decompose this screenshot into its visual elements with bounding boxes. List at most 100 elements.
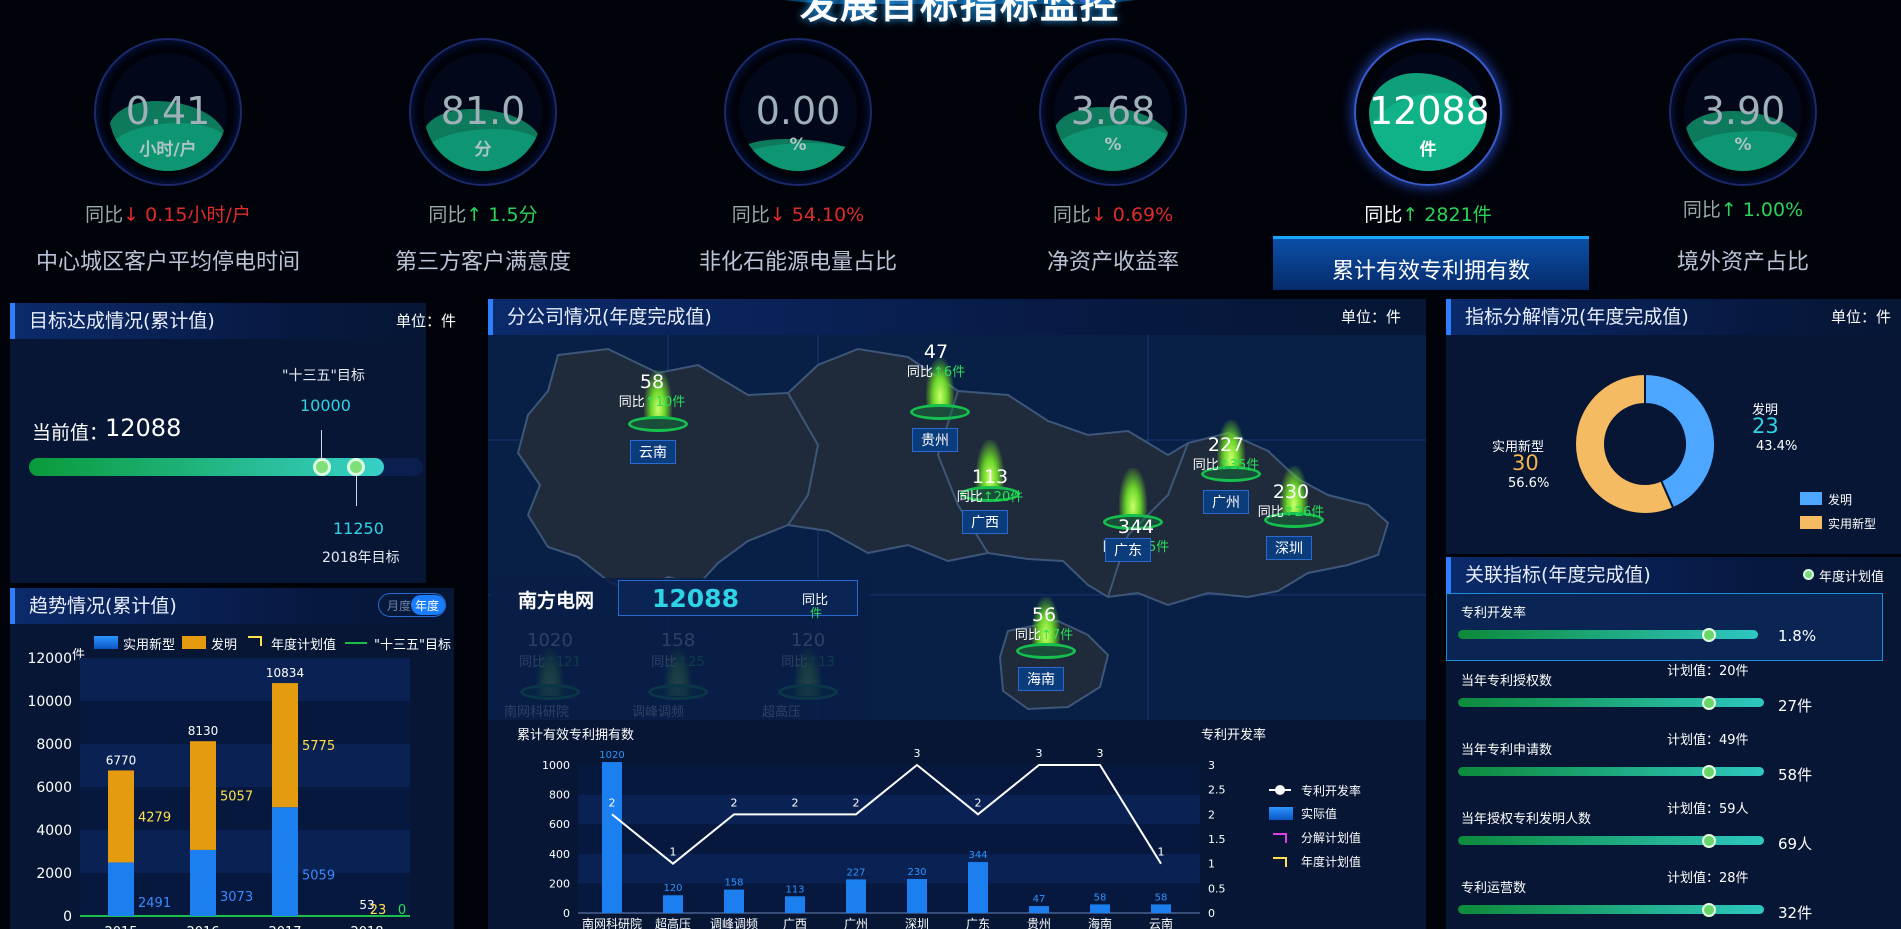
map-pin-base xyxy=(910,404,970,420)
related-item-plan: 计划值：49件 xyxy=(1667,733,1749,748)
patent-bar-label: 58 xyxy=(1155,892,1168,903)
patent-bar-actual xyxy=(907,878,927,913)
target-panel: 目标达成情况(累计值) 单位：件 "十三五"目标 10000 当前值： 1208… xyxy=(10,303,456,583)
legend-yearplan-rel: 年度计划值 xyxy=(1819,570,1885,585)
city-yoy-value: ↑20件 xyxy=(982,490,1024,505)
legend-decompose: 分解计划值 xyxy=(1301,831,1362,845)
trend-y-tick: 12000 xyxy=(27,651,72,667)
total-name: 南方电网 xyxy=(518,590,595,612)
city-label[interactable]: 贵州 xyxy=(912,428,958,452)
patent-x-tick: 调峰调频 xyxy=(710,917,758,929)
patent-bar-label: 158 xyxy=(724,878,743,889)
patent-bar-actual xyxy=(1029,906,1049,913)
trend-toggle[interactable]: 月度 年度 xyxy=(378,593,446,617)
kpi-value: 0.00 xyxy=(755,89,841,133)
trend-total-label: 10834 xyxy=(266,666,304,680)
patent-bar-label: 58 xyxy=(1094,892,1107,903)
city-label[interactable]: 广西 xyxy=(962,510,1008,534)
trend-bar-invention xyxy=(190,741,216,850)
kpi-gauge: 0.41 小时/户 xyxy=(94,38,242,186)
trend-bar-utility xyxy=(190,849,216,916)
patent-x-tick: 云南 xyxy=(1149,916,1173,929)
kpi-value: 0.41 xyxy=(125,89,211,133)
kpi-name[interactable]: 净资产收益率 xyxy=(945,244,1281,276)
city-yoy-value: ↑6件 xyxy=(932,365,966,380)
kpi-card[interactable]: 0.41 小时/户 同比↓ 0.15小时/户 中心城区客户平均停电时间 xyxy=(0,0,300,290)
related-item-name: 当年专利授权数 xyxy=(1461,674,1553,689)
trend-invention-label: 5775 xyxy=(302,739,335,754)
related-item-plan: 计划值：59人 xyxy=(1667,802,1749,817)
kpi-unit: % xyxy=(1104,135,1122,155)
kpi-yoy: 同比↑ 2821件 xyxy=(1260,200,1596,227)
related-item-bar xyxy=(1458,698,1764,707)
map-pin-icon[interactable] xyxy=(1119,468,1147,516)
kpi-yoy-value: 1.00% xyxy=(1736,199,1804,221)
kpi-card[interactable]: 0.00% 同比↓ 54.10% 非化石能源电量占比 xyxy=(630,0,930,290)
related-item-plan-marker[interactable] xyxy=(1702,628,1716,642)
patent-x-tick: 南网科研院 xyxy=(582,916,642,929)
trend-y-tick: 8000 xyxy=(36,737,72,753)
city-value: 227 xyxy=(1207,434,1245,456)
legend-swatch-yearplan xyxy=(248,636,262,646)
trend-chart: 0 2000 4000 6000 8000 10000 12000 6770 2491 4279 2… xyxy=(27,651,410,929)
patent-rate-label: 3 xyxy=(914,747,921,760)
kpi-value: 3.68 xyxy=(1070,89,1156,133)
patent-rate-label: 2 xyxy=(975,796,982,809)
patent-rate-label: 2 xyxy=(731,796,738,809)
patent-y-tick: 600 xyxy=(549,818,570,831)
toggle-year[interactable]: 年度 xyxy=(415,597,439,614)
plan-target-marker[interactable] xyxy=(313,458,331,476)
kpi-yoy: 同比↓ 0.15小时/户 xyxy=(0,200,336,227)
kpi-card[interactable]: 3.90% 同比↑ 1.00% 境外资产占比 xyxy=(1575,0,1875,290)
patent-rate-label: 2 xyxy=(609,796,616,809)
arrow-up-icon: ↑ xyxy=(1720,199,1737,221)
kpi-name[interactable]: 境外资产占比 xyxy=(1575,244,1901,276)
plan-target-label: "十三五"目标 xyxy=(282,368,365,384)
patent-x-tick: 海南 xyxy=(1088,916,1112,929)
city-label[interactable]: 云南 xyxy=(630,440,676,464)
patent-grid-band xyxy=(578,794,1200,825)
kpi-yoy: 同比↑ 1.5分 xyxy=(315,200,651,227)
trend-extra-label: 0 xyxy=(398,903,406,918)
current-value: 12088 xyxy=(105,414,182,442)
company-panel-title: 分公司情况(年度完成值) xyxy=(488,299,1426,335)
kpi-yoy-value: 1.5分 xyxy=(482,204,538,226)
pie-value-invention: 23 xyxy=(1752,414,1779,438)
target-panel-title: 目标达成情况(累计值) xyxy=(10,303,426,339)
toggle-month[interactable]: 月度 xyxy=(387,597,411,614)
kpi-name[interactable]: 累计有效专利拥有数 xyxy=(1273,253,1589,285)
kpi-gauge: 3.68% xyxy=(1039,38,1187,186)
kpi-name[interactable]: 非化石能源电量占比 xyxy=(630,244,966,276)
city-label[interactable]: 广州 xyxy=(1203,490,1249,514)
related-item-plan-marker[interactable] xyxy=(1702,903,1716,917)
kpi-name[interactable]: 中心城区客户平均停电时间 xyxy=(0,244,336,276)
patent-bar-actual xyxy=(1090,904,1110,913)
trend-y-tick: 10000 xyxy=(27,694,72,710)
city-yoy-label: 同比 xyxy=(956,490,983,505)
company-total-box: 南方电网 12088 同比 件 xyxy=(490,578,870,720)
city-yoy-label: 同比 xyxy=(1014,628,1041,643)
patent-y-tick: 0 xyxy=(563,907,570,920)
decompose-unit: 单位：件 xyxy=(1831,308,1892,326)
city-label[interactable]: 海南 xyxy=(1018,667,1064,691)
trend-utility-label: 3073 xyxy=(220,890,253,905)
trend-panel: 趋势情况(累计值) 月度 年度 实用新型 发明 年度计划值 "十三五"目标 件 … xyxy=(10,588,454,929)
patent-y-tick: 1000 xyxy=(542,759,570,772)
related-item-plan-marker[interactable] xyxy=(1702,834,1716,848)
related-item-plan-marker[interactable] xyxy=(1702,765,1716,779)
related-item-value: 58件 xyxy=(1778,766,1813,784)
related-item-bar xyxy=(1458,836,1764,845)
related-item-plan-marker[interactable] xyxy=(1702,696,1716,710)
kpi-gauge: 0.00% xyxy=(724,38,872,186)
patent-bar-label: 230 xyxy=(907,867,926,878)
kpi-unit: 件 xyxy=(1419,140,1437,160)
kpi-card[interactable]: 81.0 分同比↑ 1.5分 第三方客户满意度 xyxy=(315,0,615,290)
year-target-marker[interactable] xyxy=(347,458,365,476)
kpi-yoy: 同比↓ 54.10% xyxy=(630,200,966,227)
city-label[interactable]: 深圳 xyxy=(1266,536,1312,560)
kpi-name[interactable]: 第三方客户满意度 xyxy=(315,244,651,276)
kpi-card[interactable]: 3.68% 同比↓ 0.69% 净资产收益率 xyxy=(945,0,1245,290)
trend-bar-invention xyxy=(108,770,134,863)
city-label[interactable]: 广东 xyxy=(1105,538,1151,562)
kpi-yoy: 同比↑ 1.00% xyxy=(1575,195,1901,222)
